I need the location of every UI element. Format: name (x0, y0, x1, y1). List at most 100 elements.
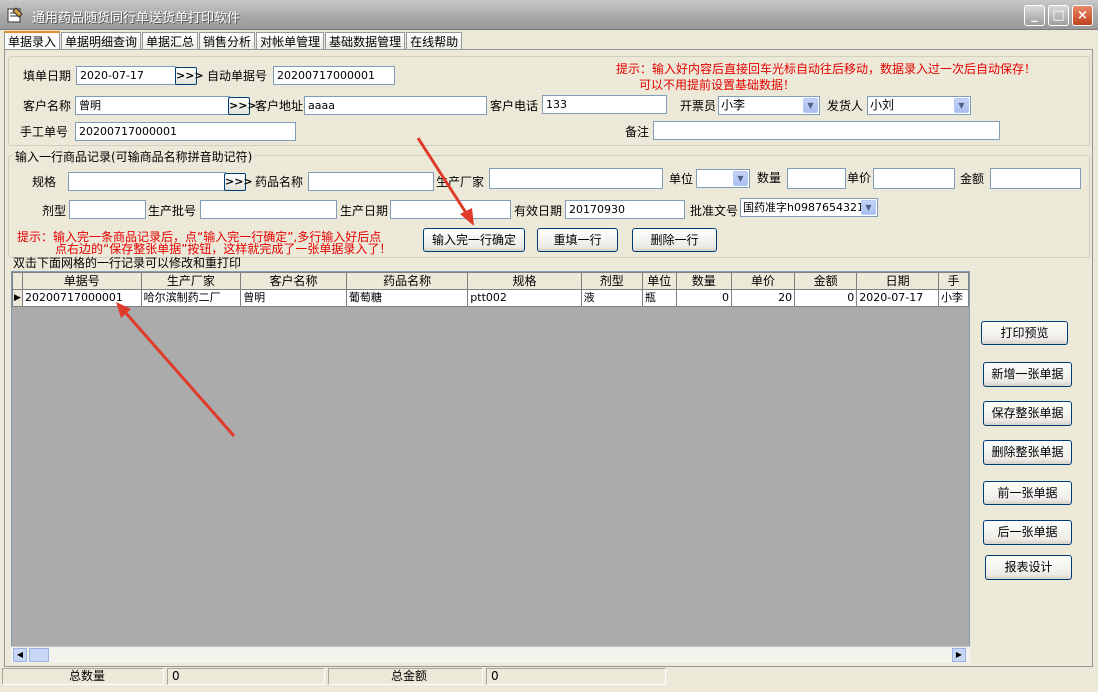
delete-row-button[interactable]: 删除一行 (632, 228, 717, 252)
grid-header-row: 单据号 生产厂家 客户名称 药品名称 规格 剂型 单位 数量 单价 金额 日期 … (13, 273, 969, 290)
table-cell[interactable]: 葡萄糖 (346, 290, 467, 307)
table-cell[interactable]: 20200717000001 (22, 290, 141, 307)
table-cell[interactable]: 0 (795, 290, 857, 307)
table-cell[interactable]: 哈尔滨制药二厂 (141, 290, 241, 307)
report-design-button[interactable]: 报表设计 (985, 555, 1072, 580)
col-header[interactable]: 数量 (676, 273, 731, 290)
tab-detail-query[interactable]: 单据明细查询 (61, 32, 141, 50)
save-document-button[interactable]: 保存整张单据 (983, 401, 1072, 426)
unit-select[interactable]: ▼ (696, 169, 750, 188)
delete-document-button[interactable]: 删除整张单据 (983, 440, 1072, 465)
previous-document-button[interactable]: 前一张单据 (983, 481, 1072, 505)
manual-no-field[interactable]: 20200717000001 (75, 122, 296, 141)
top-hint-line1: 提示：输入好内容后直接回车光标自动往后移动，数据录入过一次后自动保存！ (616, 62, 1036, 76)
expiry-field[interactable]: 20170930 (565, 200, 685, 219)
total-amount-label: 总金额 (328, 668, 483, 685)
col-header[interactable]: 金额 (795, 273, 857, 290)
tab-online-help[interactable]: 在线帮助 (406, 32, 462, 50)
drug-name-label: 药品名称 (255, 175, 303, 189)
window-title: 通用药品随货同行单送货单打印软件 (32, 7, 240, 26)
refill-row-button[interactable]: 重填一行 (537, 228, 618, 252)
tab-basic-data[interactable]: 基础数据管理 (325, 32, 405, 50)
shipper-label: 发货人 (827, 99, 863, 113)
date-picker-button[interactable]: >>> (175, 67, 197, 85)
tab-statement[interactable]: 对帐单管理 (256, 32, 324, 50)
table-row[interactable]: ▶ 20200717000001 哈尔滨制药二厂 曾明 葡萄糖 ptt002 液… (13, 290, 969, 307)
issuer-select[interactable]: 小李▼ (718, 96, 820, 115)
approval-select[interactable]: 国药准字h0987654321▼ (740, 198, 878, 217)
unit-label: 单位 (669, 172, 693, 186)
price-label: 单价 (847, 171, 871, 185)
drug-name-field[interactable] (308, 172, 434, 191)
col-header[interactable]: 单价 (731, 273, 794, 290)
table-cell[interactable]: 2020-07-17 (857, 290, 939, 307)
auto-no-field[interactable]: 20200717000001 (273, 66, 395, 85)
scroll-left-icon[interactable]: ◀ (13, 648, 27, 662)
col-header[interactable]: 药品名称 (346, 273, 467, 290)
grid-caption: 双击下面网格的一行记录可以修改和重打印 (13, 256, 241, 270)
entry-group-title: 输入一行商品记录(可输商品名称拼音助记符) (13, 148, 254, 165)
minimize-button[interactable]: _ (1024, 5, 1045, 26)
col-header[interactable]: 单据号 (22, 273, 141, 290)
price-field[interactable] (873, 168, 955, 189)
maximize-button[interactable]: □ (1048, 5, 1069, 26)
col-header[interactable]: 生产厂家 (141, 273, 241, 290)
qty-label: 数量 (757, 171, 781, 185)
shipper-select[interactable]: 小刘▼ (867, 96, 971, 115)
tab-bar: 单据录入单据明细查询单据汇总销售分析对帐单管理基础数据管理在线帮助 (4, 31, 463, 50)
col-header[interactable]: 规格 (468, 273, 581, 290)
maker-field[interactable] (489, 168, 663, 189)
scroll-right-icon[interactable]: ▶ (952, 648, 966, 662)
grid-indicator-header (13, 273, 23, 290)
address-field[interactable]: aaaa (304, 96, 487, 115)
form-field[interactable] (69, 200, 146, 219)
approval-value: 国药准字h0987654321 (743, 201, 864, 214)
col-header[interactable]: 手 (938, 273, 968, 290)
qty-field[interactable] (787, 168, 846, 189)
fill-date-field[interactable]: 2020-07-17 (76, 66, 176, 85)
col-header[interactable]: 单位 (642, 273, 676, 290)
chevron-down-icon[interactable]: ▼ (861, 200, 876, 215)
spec-field[interactable] (68, 172, 226, 191)
spec-label: 规格 (32, 175, 56, 189)
records-grid[interactable]: 单据号 生产厂家 客户名称 药品名称 规格 剂型 单位 数量 单价 金额 日期 … (11, 271, 970, 663)
batch-field[interactable] (200, 200, 337, 219)
col-header[interactable]: 日期 (857, 273, 939, 290)
customer-field[interactable]: 曾明 (75, 96, 230, 115)
confirm-row-button[interactable]: 输入完一行确定 (423, 228, 525, 252)
auto-no-label: 自动单据号 (207, 69, 267, 83)
spec-lookup-button[interactable]: >>> (224, 173, 246, 191)
table-cell[interactable]: 0 (676, 290, 731, 307)
status-bar: 总数量 0 总金额 0 (0, 668, 1098, 692)
tab-summary[interactable]: 单据汇总 (142, 32, 198, 50)
next-document-button[interactable]: 后一张单据 (983, 520, 1072, 545)
remark-field[interactable] (653, 121, 1000, 140)
horizontal-scrollbar[interactable]: ◀ ▶ (11, 646, 970, 663)
chevron-down-icon[interactable]: ▼ (733, 171, 748, 186)
table-cell[interactable]: 曾明 (241, 290, 347, 307)
customer-lookup-button[interactable]: >>> (228, 97, 250, 115)
approval-label: 批准文号 (690, 204, 738, 218)
app-icon (6, 6, 24, 24)
print-preview-button[interactable]: 打印预览 (981, 321, 1068, 345)
chevron-down-icon[interactable]: ▼ (954, 98, 969, 113)
table-cell[interactable]: 小李 (938, 290, 968, 307)
col-header[interactable]: 客户名称 (241, 273, 347, 290)
tab-entry[interactable]: 单据录入 (4, 31, 60, 50)
table-cell[interactable]: 瓶 (642, 290, 676, 307)
customer-label: 客户名称 (23, 99, 71, 113)
chevron-down-icon[interactable]: ▼ (803, 98, 818, 113)
total-amount-value: 0 (486, 668, 666, 685)
table-cell[interactable]: ptt002 (468, 290, 581, 307)
new-document-button[interactable]: 新增一张单据 (983, 362, 1072, 387)
phone-field[interactable]: 133 (542, 95, 667, 114)
table-cell[interactable]: 液 (581, 290, 642, 307)
tab-sales-analysis[interactable]: 销售分析 (199, 32, 255, 50)
close-button[interactable]: × (1072, 5, 1093, 26)
table-cell[interactable]: 20 (731, 290, 794, 307)
col-header[interactable]: 剂型 (581, 273, 642, 290)
scroll-thumb[interactable] (29, 648, 49, 662)
prod-date-field[interactable] (390, 200, 511, 219)
amount-field[interactable] (990, 168, 1081, 189)
total-qty-value: 0 (167, 668, 325, 685)
